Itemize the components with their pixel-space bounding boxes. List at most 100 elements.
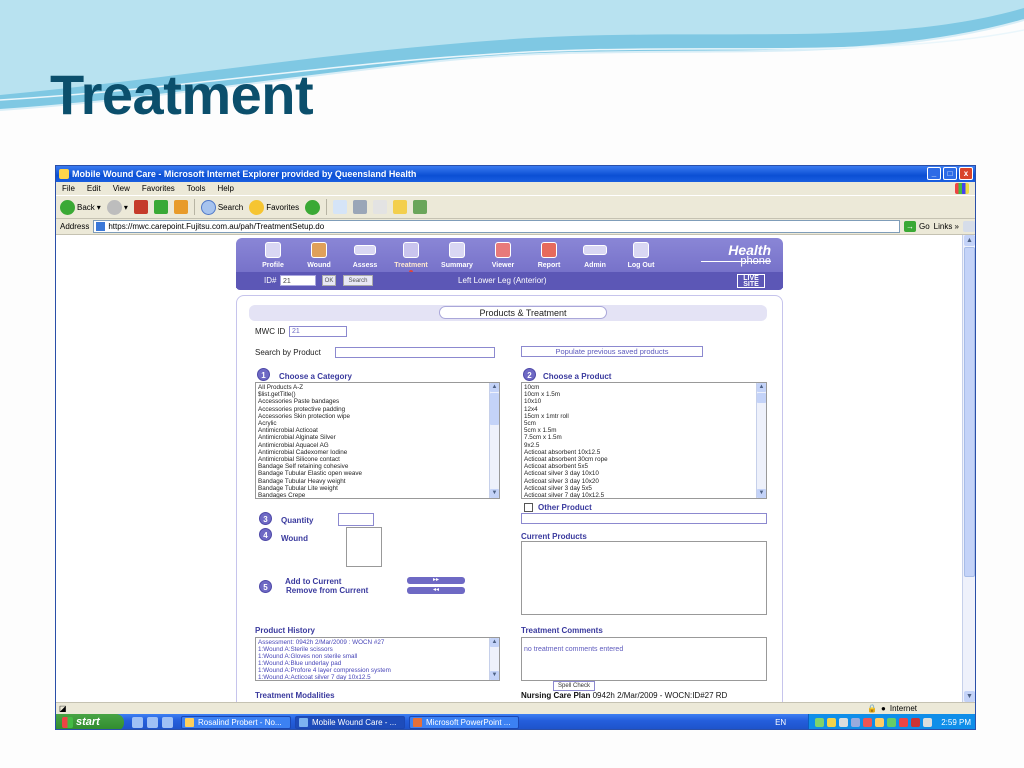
wound-select[interactable] [346, 527, 382, 567]
close-button[interactable]: x [959, 167, 973, 180]
task-rosalind[interactable]: Rosalind Probert - No... [181, 716, 291, 729]
favorites-button[interactable]: Favorites [249, 199, 299, 215]
menu-edit[interactable]: Edit [87, 182, 101, 195]
scroll-up-icon[interactable]: ▲ [490, 383, 499, 392]
desktop-icon[interactable] [132, 717, 143, 728]
id-input[interactable]: 21 [280, 275, 316, 286]
ok-button[interactable]: OK [322, 275, 336, 286]
list-item[interactable]: Acticoat absorbent 10x12.5 [524, 449, 764, 456]
messenger-icon[interactable] [413, 200, 428, 214]
list-item[interactable]: 7.5cm x 1.5m [524, 434, 764, 441]
list-item[interactable]: Bandages Crepe [258, 492, 497, 498]
list-item[interactable]: Acticoat absorbent 30cm rope [524, 456, 764, 463]
category-scrollbar[interactable]: ▲ ▼ [489, 383, 499, 498]
list-item[interactable]: Antimicrobial Aquacel AG [258, 442, 497, 449]
list-item[interactable]: Bandage Tubular Lite weight [258, 485, 497, 492]
list-item[interactable]: Accessories Paste bandages [258, 398, 497, 405]
menu-file[interactable]: File [62, 182, 75, 195]
list-item[interactable]: Accessories Skin protection wipe [258, 413, 497, 420]
nav-assess[interactable]: Assess [342, 242, 388, 274]
back-button[interactable]: Back ▾ [60, 199, 101, 215]
nav-profile[interactable]: Profile [250, 242, 296, 274]
list-item[interactable]: Antimicrobial Silicone contact [258, 456, 497, 463]
scroll-up-icon[interactable]: ▲ [964, 235, 975, 246]
nav-wound[interactable]: Wound [296, 242, 342, 274]
list-item[interactable]: 1:Wound A:Gloves non sterile small [256, 653, 499, 660]
page-scrollbar[interactable]: ▲ ▼ [962, 235, 975, 702]
product-listbox[interactable]: 10cm 10cm x 1.5m 10x10 12x4 15cm x 1mtr roll… [521, 382, 767, 499]
menu-help[interactable]: Help [217, 182, 233, 195]
list-item[interactable]: Acticoat absorbent 5x5 [524, 463, 764, 470]
list-item[interactable]: Bandage Tubular Heavy weight [258, 478, 497, 485]
outlook-icon[interactable] [162, 717, 173, 728]
start-button[interactable]: start [56, 714, 124, 729]
treatment-comments-input[interactable]: no treatment comments entered [521, 637, 767, 681]
populate-saved-products-button[interactable]: Populate previous saved products [521, 346, 703, 357]
list-item[interactable]: 5cm x 1.5m [524, 427, 764, 434]
ie-quicklaunch-icon[interactable] [147, 717, 158, 728]
current-products-list[interactable] [521, 541, 767, 615]
scroll-up-icon[interactable]: ▲ [490, 638, 499, 647]
list-item[interactable]: Antimicrobial Cadexomer Iodine [258, 449, 497, 456]
maximize-button[interactable]: □ [943, 167, 957, 180]
scroll-down-icon[interactable]: ▼ [490, 489, 499, 498]
scroll-up-icon[interactable]: ▲ [757, 383, 766, 392]
add-to-current-button[interactable]: ▸▸ [407, 577, 465, 584]
other-product-checkbox[interactable] [524, 503, 533, 512]
list-item[interactable]: 10cm [524, 384, 764, 391]
menu-tools[interactable]: Tools [187, 182, 206, 195]
nav-logout[interactable]: Log Out [618, 242, 664, 274]
nav-admin[interactable]: Admin [572, 242, 618, 274]
language-indicator[interactable]: EN [775, 718, 786, 727]
list-item[interactable]: Acticoat silver 3 day 10x10 [524, 470, 764, 477]
list-item[interactable]: Bandage Self retaining cohesive [258, 463, 497, 470]
menu-favorites[interactable]: Favorites [142, 182, 175, 195]
scroll-down-icon[interactable]: ▼ [490, 671, 499, 680]
list-item[interactable]: Bandage Tubular Elastic open weave [258, 470, 497, 477]
list-item[interactable]: 1:Wound A:Profore 4 layer compression sy… [256, 667, 499, 674]
minimize-button[interactable]: _ [927, 167, 941, 180]
list-item[interactable]: 15cm x 1mtr roll [524, 413, 764, 420]
search-button[interactable]: Search [200, 199, 243, 215]
mwc-id-field[interactable]: 21 [289, 326, 347, 337]
refresh-icon[interactable] [153, 200, 168, 214]
id-search-button[interactable]: Search [343, 275, 373, 286]
toolbar-extra-icon[interactable] [963, 221, 975, 232]
list-item[interactable]: 1:Wound A:Blue underlay pad [256, 660, 499, 667]
list-item[interactable]: Acticoat silver 3 day 10x20 [524, 478, 764, 485]
list-item[interactable]: 1:Wound A:Sterile scissors [256, 646, 499, 653]
nav-report[interactable]: Report [526, 242, 572, 274]
task-powerpoint[interactable]: Microsoft PowerPoint ... [409, 716, 519, 729]
forward-button[interactable]: ▾ [106, 199, 128, 215]
print-icon[interactable] [353, 200, 368, 214]
search-product-input[interactable] [335, 347, 495, 358]
list-item[interactable]: Acticoat silver 3 day 5x5 [524, 485, 764, 492]
list-item[interactable]: $list.getTitle() [258, 391, 497, 398]
history-scrollbar[interactable]: ▲ ▼ [489, 638, 499, 680]
nav-viewer[interactable]: Viewer [480, 242, 526, 274]
list-item[interactable]: 1:Wound A:Acticoat silver 7 day 10x12.5 [256, 674, 499, 680]
list-item[interactable]: 12x4 [524, 406, 764, 413]
product-scrollbar[interactable]: ▲ ▼ [756, 383, 766, 498]
list-item[interactable]: All Products A-Z [258, 384, 497, 391]
list-item[interactable]: Acticoat silver 7 day 10x12.5 [524, 492, 764, 498]
edit-icon[interactable] [373, 200, 388, 214]
list-item[interactable]: 10cm x 1.5m [524, 391, 764, 398]
task-mobile-wound-care[interactable]: Mobile Wound Care - ... [295, 716, 405, 729]
quantity-input[interactable] [338, 513, 374, 526]
product-history-list[interactable]: Assessment: 0942h 2/Mar/2009 : WOCN #27 1… [255, 637, 500, 681]
category-listbox[interactable]: All Products A-Z $list.getTitle() Accessor… [255, 382, 500, 499]
list-item[interactable]: Acrylic [258, 420, 497, 427]
links-button[interactable]: Links » [934, 222, 959, 231]
list-item[interactable]: 5cm [524, 420, 764, 427]
other-product-input[interactable] [521, 513, 767, 524]
stop-icon[interactable] [133, 200, 148, 214]
go-button[interactable]: → Go [903, 221, 930, 232]
mail-icon[interactable] [333, 200, 348, 214]
address-input[interactable]: https://mwc.carepoint.Fujitsu.com.au/pah… [93, 220, 900, 233]
remove-from-current-button[interactable]: ◂◂ [407, 587, 465, 594]
history-icon[interactable] [305, 199, 321, 215]
nav-treatment[interactable]: Treatment [388, 242, 434, 274]
list-item[interactable]: Antimicrobial Acticoat [258, 427, 497, 434]
folder-icon[interactable] [393, 200, 408, 214]
